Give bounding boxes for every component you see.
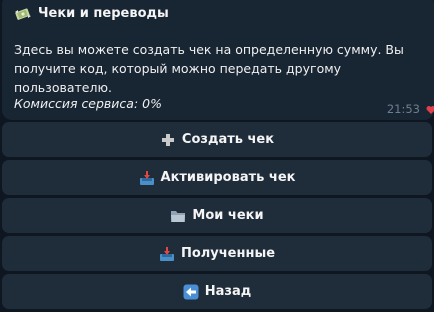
money-with-wings-icon [15,7,31,20]
message-title-row: Чеки и переводы [14,6,169,21]
activate-check-button[interactable]: Активировать чек [2,160,432,195]
folder-icon [171,210,186,222]
chat-window: Чеки и переводы Здесь вы можете создать … [0,0,434,312]
my-checks-button[interactable]: Мои чеки [2,198,432,233]
activate-check-label: Активировать чек [160,170,296,185]
message-title: Чеки и переводы [38,6,169,21]
create-check-label: Создать чек [181,132,275,147]
received-button[interactable]: Полученные [2,236,432,271]
message-bubble: Чеки и переводы Здесь вы можете создать … [2,0,434,120]
inbox-tray-icon [139,170,154,185]
heart-reaction-icon [426,106,434,114]
back-button[interactable]: Назад [2,274,432,309]
plus-icon [161,133,174,146]
message-text: Здесь вы можете создать чек на определен… [14,42,404,95]
create-check-button[interactable]: Создать чек [2,122,432,157]
message-time: 21:53 [386,102,420,116]
my-checks-label: Мои чеки [192,208,264,223]
received-label: Полученные [180,246,276,261]
commission-text: Комиссия сервиса: 0% [14,96,162,111]
back-label: Назад [204,284,252,299]
inbox-tray-icon [159,246,174,261]
back-arrow-icon [183,284,199,299]
